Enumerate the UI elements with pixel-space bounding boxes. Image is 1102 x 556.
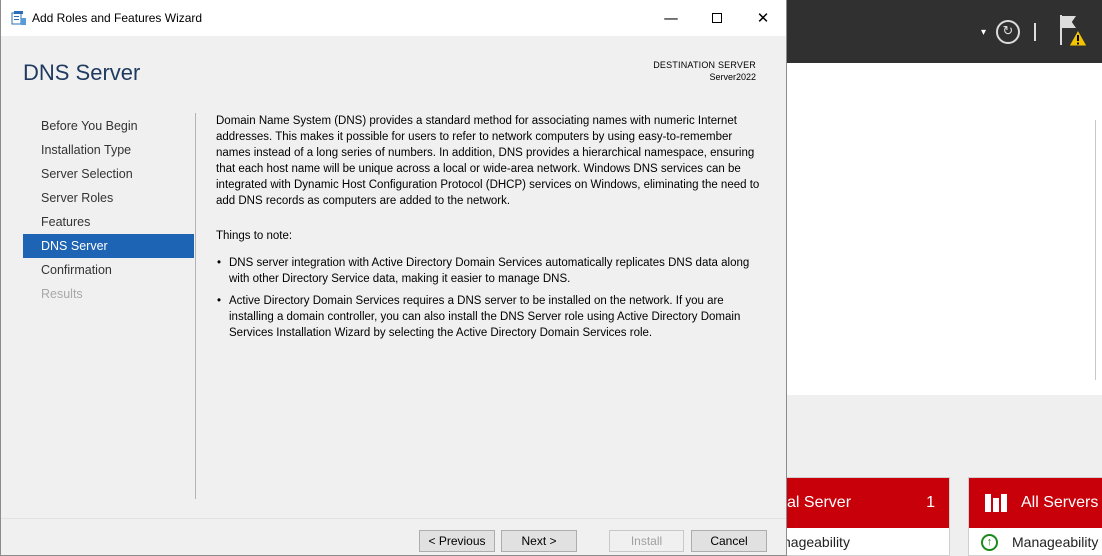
notes-heading: Things to note: <box>216 230 293 242</box>
note-text: DNS server integration with Active Direc… <box>229 257 750 285</box>
nav-item-results: Results <box>41 287 83 301</box>
dropdown-caret-icon[interactable]: ▾ <box>981 27 986 38</box>
destination-server-label: DESTINATION SERVER <box>653 60 756 70</box>
wizard-app-icon <box>11 11 26 25</box>
title-bar[interactable]: Add Roles and Features Wizard — ✕ <box>1 0 786 36</box>
local-server-tile-count: 1 <box>926 494 935 511</box>
add-roles-wizard-window: Add Roles and Features Wizard — ✕ DNS Se… <box>0 0 787 556</box>
nav-item-server-roles[interactable]: Server Roles <box>23 186 194 210</box>
close-icon: ✕ <box>756 9 770 27</box>
nav-item-installation-type[interactable]: Installation Type <box>23 138 194 162</box>
servers-icon <box>985 494 1007 512</box>
maximize-button[interactable] <box>694 0 740 36</box>
wizard-steps-nav: Before You Begin Installation Type Serve… <box>23 114 194 306</box>
nav-item-features[interactable]: Features <box>23 210 194 234</box>
all-servers-manageability-row[interactable]: ↑ Manageability <box>969 528 1102 556</box>
nav-item-server-selection[interactable]: Server Selection <box>23 162 194 186</box>
notifications-flag-icon[interactable] <box>1058 15 1088 49</box>
next-button[interactable]: Next > <box>501 530 577 552</box>
window-title: Add Roles and Features Wizard <box>32 11 203 25</box>
list-item: • Active Directory Domain Services requi… <box>216 293 766 341</box>
page-title: DNS Server <box>23 60 141 85</box>
bullet-icon: • <box>217 295 222 307</box>
all-servers-tile[interactable]: All Servers ↑ Manageability <box>968 477 1102 556</box>
close-button[interactable]: ✕ <box>740 0 786 36</box>
nav-item-before-you-begin[interactable]: Before You Begin <box>23 114 194 138</box>
cancel-button[interactable]: Cancel <box>691 530 767 552</box>
nav-item-dns-server[interactable]: DNS Server <box>23 234 194 258</box>
status-ok-icon: ↑ <box>981 533 998 551</box>
all-servers-tile-title: All Servers <box>1021 494 1099 511</box>
wizard-header: DNS Server DESTINATION SERVER Server2022 <box>1 36 786 90</box>
list-item: • DNS server integration with Active Dir… <box>216 255 766 287</box>
all-servers-manageability: Manageability <box>1012 534 1099 550</box>
notes-list: • DNS server integration with Active Dir… <box>216 255 766 341</box>
local-server-tile[interactable]: al Server 1 nageability <box>770 477 950 556</box>
refresh-icon[interactable]: ↻ <box>996 20 1020 44</box>
install-button[interactable]: Install <box>609 530 684 552</box>
header-separator <box>1034 23 1036 41</box>
bullet-icon: • <box>217 257 222 269</box>
local-server-tile-title: al Server <box>787 494 852 511</box>
page-content: Domain Name System (DNS) provides a stan… <box>216 113 766 347</box>
previous-button[interactable]: < Previous <box>419 530 495 552</box>
local-server-manageability[interactable]: nageability <box>771 528 949 556</box>
intro-paragraph: Domain Name System (DNS) provides a stan… <box>216 115 760 207</box>
warning-icon <box>1068 29 1088 47</box>
maximize-icon <box>712 13 722 23</box>
destination-server-name: Server2022 <box>709 72 756 82</box>
header-tools: ▾ ↻ <box>981 15 1088 49</box>
nav-item-confirmation[interactable]: Confirmation <box>23 258 194 282</box>
nav-divider <box>195 113 196 499</box>
background-divider <box>1095 120 1096 380</box>
minimize-icon: — <box>663 9 679 27</box>
minimize-button[interactable]: — <box>648 0 694 36</box>
note-text: Active Directory Domain Services require… <box>229 295 741 339</box>
footer-divider <box>1 518 786 519</box>
